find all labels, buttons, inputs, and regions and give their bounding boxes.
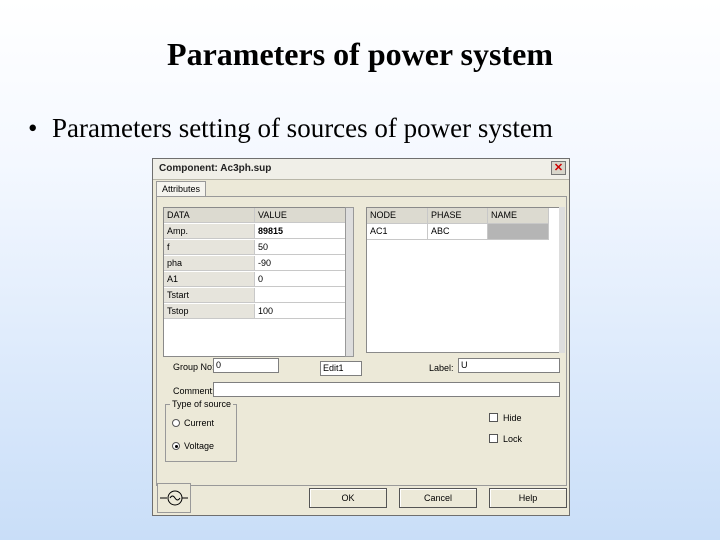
edit-input[interactable]: Edit1 <box>320 361 362 376</box>
param-value[interactable]: -90 <box>255 256 352 271</box>
label-label: Label: <box>429 363 454 373</box>
column-header-node: NODE <box>367 208 428 224</box>
param-name: A1 <box>164 272 255 287</box>
bullet-point: • Parameters setting of sources of power … <box>28 113 553 144</box>
help-button[interactable]: Help <box>489 488 567 508</box>
comment-input[interactable] <box>213 382 560 397</box>
param-name: Tstop <box>164 304 255 319</box>
dialog-titlebar[interactable]: Component: Ac3ph.sup ✕ <box>153 159 569 180</box>
lock-checkbox-label: Lock <box>503 434 523 444</box>
voltage-source-icon <box>157 483 191 513</box>
hide-checkbox[interactable] <box>489 413 498 422</box>
close-icon[interactable]: ✕ <box>551 161 566 175</box>
hide-checkbox-label: Hide <box>503 413 522 423</box>
table-row[interactable]: Tstop 100 <box>164 304 352 320</box>
param-name: pha <box>164 256 255 271</box>
param-name: Tstart <box>164 288 255 303</box>
column-header-name: NAME <box>488 208 549 224</box>
param-value[interactable]: 100 <box>255 304 352 319</box>
name-cell[interactable] <box>488 224 549 240</box>
bullet-icon: • <box>28 113 38 143</box>
data-table-scrollbar[interactable] <box>345 207 354 357</box>
label-input[interactable]: U <box>458 358 560 373</box>
table-header-row: DATA VALUE <box>164 208 352 224</box>
table-row[interactable]: pha -90 <box>164 256 352 272</box>
current-radio-label: Current <box>184 418 215 428</box>
param-value[interactable] <box>255 288 352 303</box>
bullet-text: Parameters setting of sources of power s… <box>52 113 553 143</box>
group-no-input[interactable]: 0 <box>213 358 279 373</box>
param-name: f <box>164 240 255 255</box>
data-table: DATA VALUE Amp. 89815 f 50 pha -90 A1 0 … <box>163 207 353 357</box>
node-cell[interactable]: AC1 <box>367 224 428 240</box>
column-header-value: VALUE <box>255 208 352 223</box>
lock-checkbox[interactable] <box>489 434 498 443</box>
column-header-phase: PHASE <box>428 208 488 224</box>
node-table-scrollbar[interactable] <box>559 207 565 353</box>
column-header-data: DATA <box>164 208 255 223</box>
source-type-legend: Type of source <box>170 399 234 409</box>
param-value[interactable]: 50 <box>255 240 352 255</box>
table-row[interactable]: f 50 <box>164 240 352 256</box>
dialog-title: Component: Ac3ph.sup <box>159 163 272 174</box>
source-type-group: Type of source Current Voltage <box>165 399 237 462</box>
node-table: NODE PHASE NAME AC1 ABC <box>366 207 562 353</box>
cancel-button[interactable]: Cancel <box>399 488 477 508</box>
table-row[interactable]: Amp. 89815 <box>164 224 352 240</box>
param-value[interactable]: 0 <box>255 272 352 287</box>
param-value[interactable]: 89815 <box>255 224 352 239</box>
component-dialog: Component: Ac3ph.sup ✕ Attributes DATA V… <box>152 158 570 516</box>
current-radio[interactable] <box>172 419 180 427</box>
table-row[interactable]: A1 0 <box>164 272 352 288</box>
phase-cell[interactable]: ABC <box>428 224 488 240</box>
voltage-radio[interactable] <box>172 442 180 450</box>
slide-title: Parameters of power system <box>167 36 553 72</box>
comment-label: Comment: <box>173 386 215 396</box>
tab-attributes[interactable]: Attributes <box>156 181 206 197</box>
ok-button[interactable]: OK <box>309 488 387 508</box>
param-name: Amp. <box>164 224 255 239</box>
group-no-label: Group No: <box>173 362 215 372</box>
table-row[interactable]: Tstart <box>164 288 352 304</box>
voltage-radio-label: Voltage <box>184 441 215 451</box>
voltage-source-symbol <box>160 490 188 506</box>
